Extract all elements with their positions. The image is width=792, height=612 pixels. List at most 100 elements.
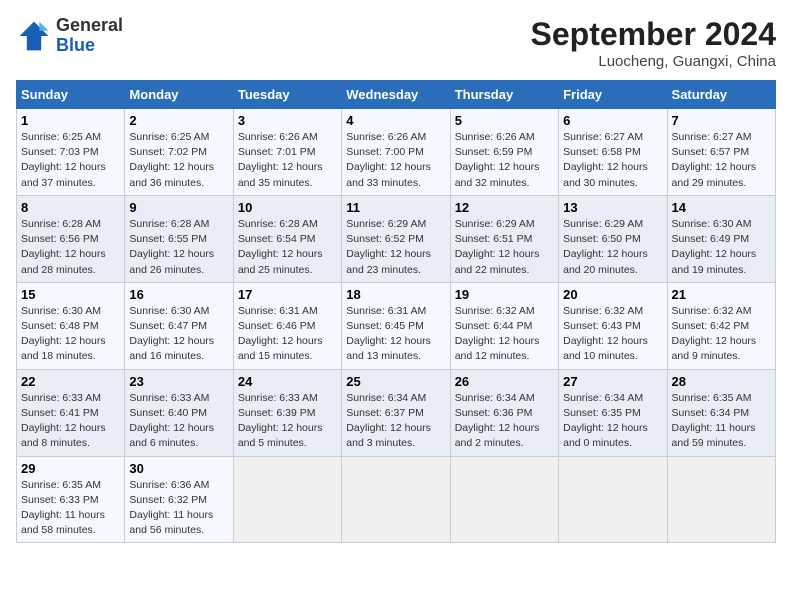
calendar-cell: 6Sunrise: 6:27 AM Sunset: 6:58 PM Daylig…: [559, 109, 667, 196]
calendar-cell: 20 Sunrise: 6:32 AM Sunset: 6:43 PM Dayli…: [559, 282, 667, 369]
calendar-week-row: 15 Sunrise: 6:30 AM Sunset: 6:48 PM Dayli…: [17, 282, 776, 369]
calendar-cell: 12 Sunrise: 6:29 AM Sunset: 6:51 PM Dayli…: [450, 195, 558, 282]
day-detail: Sunrise: 6:34 AM Sunset: 6:36 PM Dayligh…: [455, 391, 554, 452]
day-number: 14: [672, 200, 771, 215]
calendar-cell: 3 Sunrise: 6:26 AM Sunset: 7:01 PM Daylig…: [233, 109, 341, 196]
day-number: 1: [21, 113, 120, 128]
calendar-cell: 15 Sunrise: 6:30 AM Sunset: 6:48 PM Dayli…: [17, 282, 125, 369]
calendar-cell: 7 Sunrise: 6:27 AM Sunset: 6:57 PM Daylig…: [667, 109, 775, 196]
calendar-cell: 23Sunrise: 6:33 AM Sunset: 6:40 PM Dayli…: [125, 369, 233, 456]
day-detail: Sunrise: 6:32 AM Sunset: 6:44 PM Dayligh…: [455, 304, 554, 365]
calendar-cell: 22 Sunrise: 6:33 AM Sunset: 6:41 PM Dayli…: [17, 369, 125, 456]
day-detail: Sunrise: 6:33 AM Sunset: 6:41 PM Dayligh…: [21, 391, 120, 452]
day-detail: Sunrise: 6:25 AM Sunset: 7:03 PM Dayligh…: [21, 130, 120, 191]
day-detail: Sunrise: 6:28 AM Sunset: 6:55 PM Dayligh…: [129, 217, 228, 278]
calendar-cell: [559, 456, 667, 543]
day-detail: Sunrise: 6:28 AM Sunset: 6:54 PM Dayligh…: [238, 217, 337, 278]
day-number: 29: [21, 461, 120, 476]
logo-icon: [16, 18, 52, 54]
weekday-header-saturday: Saturday: [667, 81, 775, 109]
calendar-cell: 11 Sunrise: 6:29 AM Sunset: 6:52 PM Dayli…: [342, 195, 450, 282]
calendar-cell: 17 Sunrise: 6:31 AM Sunset: 6:46 PM Dayli…: [233, 282, 341, 369]
day-number: 30: [129, 461, 228, 476]
page-header: General Blue September 2024 Luocheng, Gu…: [16, 16, 776, 70]
title-block: September 2024 Luocheng, Guangxi, China: [531, 16, 776, 70]
day-detail: Sunrise: 6:34 AM Sunset: 6:35 PM Dayligh…: [563, 391, 662, 452]
day-number: 3: [238, 113, 337, 128]
day-detail: Sunrise: 6:30 AM Sunset: 6:48 PM Dayligh…: [21, 304, 120, 365]
day-number: 13: [563, 200, 662, 215]
day-detail: Sunrise: 6:27 AM Sunset: 6:57 PM Dayligh…: [672, 130, 771, 191]
day-number: 11: [346, 200, 445, 215]
day-number: 15: [21, 287, 120, 302]
day-number: 28: [672, 374, 771, 389]
day-number: 4: [346, 113, 445, 128]
calendar-cell: 30 Sunrise: 6:36 AM Sunset: 6:32 PM Dayli…: [125, 456, 233, 543]
calendar-cell: 18Sunrise: 6:31 AM Sunset: 6:45 PM Dayli…: [342, 282, 450, 369]
calendar-cell: 26 Sunrise: 6:34 AM Sunset: 6:36 PM Dayli…: [450, 369, 558, 456]
day-detail: Sunrise: 6:32 AM Sunset: 6:43 PM Dayligh…: [563, 304, 662, 365]
calendar-cell: 24 Sunrise: 6:33 AM Sunset: 6:39 PM Dayli…: [233, 369, 341, 456]
calendar-cell: 13 Sunrise: 6:29 AM Sunset: 6:50 PM Dayli…: [559, 195, 667, 282]
day-detail: Sunrise: 6:32 AM Sunset: 6:42 PM Dayligh…: [672, 304, 771, 365]
day-number: 10: [238, 200, 337, 215]
day-number: 24: [238, 374, 337, 389]
weekday-header-wednesday: Wednesday: [342, 81, 450, 109]
day-number: 23: [129, 374, 228, 389]
day-detail: Sunrise: 6:35 AM Sunset: 6:33 PM Dayligh…: [21, 478, 120, 539]
day-detail: Sunrise: 6:25 AM Sunset: 7:02 PM Dayligh…: [129, 130, 228, 191]
day-detail: Sunrise: 6:29 AM Sunset: 6:51 PM Dayligh…: [455, 217, 554, 278]
calendar-cell: 27 Sunrise: 6:34 AM Sunset: 6:35 PM Dayli…: [559, 369, 667, 456]
day-number: 17: [238, 287, 337, 302]
weekday-header-sunday: Sunday: [17, 81, 125, 109]
day-detail: Sunrise: 6:26 AM Sunset: 6:59 PM Dayligh…: [455, 130, 554, 191]
logo: General Blue: [16, 16, 123, 56]
calendar-week-row: 1 Sunrise: 6:25 AM Sunset: 7:03 PM Daylig…: [17, 109, 776, 196]
calendar-cell: 14Sunrise: 6:30 AM Sunset: 6:49 PM Dayli…: [667, 195, 775, 282]
day-number: 5: [455, 113, 554, 128]
day-number: 26: [455, 374, 554, 389]
day-number: 7: [672, 113, 771, 128]
day-number: 25: [346, 374, 445, 389]
weekday-header-row: SundayMondayTuesdayWednesdayThursdayFrid…: [17, 81, 776, 109]
day-detail: Sunrise: 6:29 AM Sunset: 6:50 PM Dayligh…: [563, 217, 662, 278]
day-detail: Sunrise: 6:28 AM Sunset: 6:56 PM Dayligh…: [21, 217, 120, 278]
day-number: 27: [563, 374, 662, 389]
day-detail: Sunrise: 6:33 AM Sunset: 6:39 PM Dayligh…: [238, 391, 337, 452]
location: Luocheng, Guangxi, China: [531, 53, 776, 70]
calendar-cell: 2Sunrise: 6:25 AM Sunset: 7:02 PM Daylig…: [125, 109, 233, 196]
weekday-header-tuesday: Tuesday: [233, 81, 341, 109]
calendar-cell: 16Sunrise: 6:30 AM Sunset: 6:47 PM Dayli…: [125, 282, 233, 369]
weekday-header-monday: Monday: [125, 81, 233, 109]
day-number: 18: [346, 287, 445, 302]
calendar-cell: 28Sunrise: 6:35 AM Sunset: 6:34 PM Dayli…: [667, 369, 775, 456]
calendar-cell: 21Sunrise: 6:32 AM Sunset: 6:42 PM Dayli…: [667, 282, 775, 369]
day-number: 20: [563, 287, 662, 302]
day-number: 19: [455, 287, 554, 302]
month-year: September 2024: [531, 16, 776, 53]
day-number: 12: [455, 200, 554, 215]
calendar-week-row: 22 Sunrise: 6:33 AM Sunset: 6:41 PM Dayli…: [17, 369, 776, 456]
calendar-cell: 19 Sunrise: 6:32 AM Sunset: 6:44 PM Dayli…: [450, 282, 558, 369]
day-number: 8: [21, 200, 120, 215]
weekday-header-thursday: Thursday: [450, 81, 558, 109]
day-detail: Sunrise: 6:29 AM Sunset: 6:52 PM Dayligh…: [346, 217, 445, 278]
calendar-week-row: 8 Sunrise: 6:28 AM Sunset: 6:56 PM Daylig…: [17, 195, 776, 282]
day-number: 9: [129, 200, 228, 215]
day-number: 22: [21, 374, 120, 389]
logo-text: General Blue: [56, 16, 123, 56]
calendar-cell: [342, 456, 450, 543]
day-detail: Sunrise: 6:27 AM Sunset: 6:58 PM Dayligh…: [563, 130, 662, 191]
calendar-cell: 10 Sunrise: 6:28 AM Sunset: 6:54 PM Dayli…: [233, 195, 341, 282]
calendar-cell: 1 Sunrise: 6:25 AM Sunset: 7:03 PM Daylig…: [17, 109, 125, 196]
calendar-cell: 9 Sunrise: 6:28 AM Sunset: 6:55 PM Daylig…: [125, 195, 233, 282]
day-detail: Sunrise: 6:30 AM Sunset: 6:47 PM Dayligh…: [129, 304, 228, 365]
calendar-cell: 8 Sunrise: 6:28 AM Sunset: 6:56 PM Daylig…: [17, 195, 125, 282]
calendar-cell: 5 Sunrise: 6:26 AM Sunset: 6:59 PM Daylig…: [450, 109, 558, 196]
day-detail: Sunrise: 6:36 AM Sunset: 6:32 PM Dayligh…: [129, 478, 228, 539]
day-detail: Sunrise: 6:31 AM Sunset: 6:46 PM Dayligh…: [238, 304, 337, 365]
day-detail: Sunrise: 6:34 AM Sunset: 6:37 PM Dayligh…: [346, 391, 445, 452]
calendar-table: SundayMondayTuesdayWednesdayThursdayFrid…: [16, 80, 776, 543]
calendar-cell: [233, 456, 341, 543]
day-detail: Sunrise: 6:26 AM Sunset: 7:01 PM Dayligh…: [238, 130, 337, 191]
